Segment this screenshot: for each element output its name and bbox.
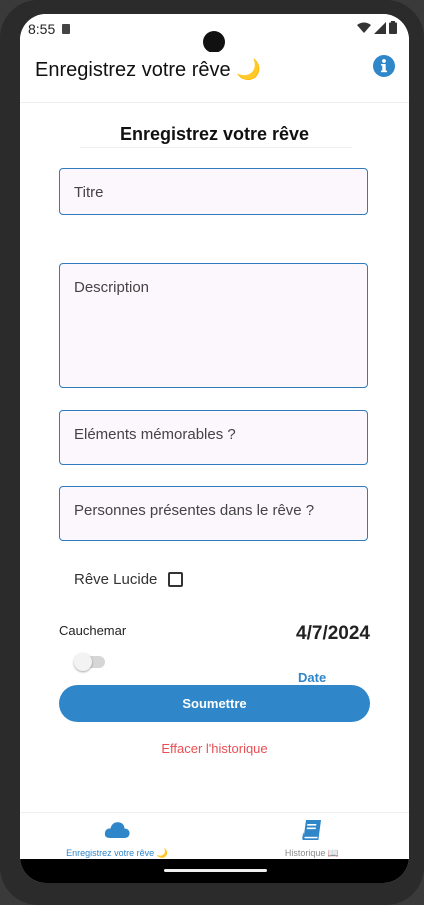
tab-history[interactable]: Historique 📖 xyxy=(215,813,409,860)
lucid-dream-label: Rêve Lucide xyxy=(74,571,158,588)
memorable-elements-input[interactable]: Eléments mémorables ? xyxy=(59,410,368,465)
title-placeholder: Titre xyxy=(74,184,104,201)
tab-record-dream-label: Enregistrez votre rêve 🌙 xyxy=(66,848,168,858)
people-present-placeholder: Personnes présentes dans le rêve ? xyxy=(74,502,315,519)
title-input[interactable]: Titre xyxy=(59,168,368,215)
home-indicator[interactable] xyxy=(164,869,267,872)
form-divider xyxy=(80,147,352,148)
description-input[interactable]: Description xyxy=(59,263,368,388)
bottom-tab-bar: Enregistrez votre rêve 🌙 Historique 📖 xyxy=(20,812,409,860)
cloud-icon xyxy=(104,822,130,838)
system-nav-bar xyxy=(20,859,409,883)
front-camera xyxy=(203,31,225,53)
clear-history-button[interactable]: Effacer l'historique xyxy=(20,741,409,756)
tab-history-label: Historique 📖 xyxy=(284,848,340,858)
lucid-dream-row: Rêve Lucide xyxy=(74,571,184,588)
status-time: 8:55 xyxy=(28,21,56,37)
tab-record-dream[interactable]: Enregistrez votre rêve 🌙 xyxy=(20,813,214,860)
submit-button[interactable]: Soumettre xyxy=(59,685,370,722)
submit-label: Soumettre xyxy=(182,696,247,711)
sd-card-icon xyxy=(62,24,70,34)
form-title: Enregistrez votre rêve xyxy=(119,124,310,144)
dream-form: Enregistrez votre rêve Titre Description… xyxy=(20,103,409,813)
date-button[interactable]: Date xyxy=(298,670,326,685)
info-button[interactable] xyxy=(373,55,395,77)
memorable-elements-placeholder: Eléments mémorables ? xyxy=(74,426,236,443)
description-placeholder: Description xyxy=(74,279,150,296)
status-icons xyxy=(357,21,397,34)
app-header: Enregistrez votre rêve 🌙 xyxy=(20,52,409,103)
info-icon xyxy=(373,55,395,77)
people-present-input[interactable]: Personnes présentes dans le rêve ? xyxy=(59,486,368,541)
page-title: Enregistrez votre rêve 🌙 xyxy=(35,59,262,81)
toggle-knob xyxy=(74,653,92,671)
wifi-icon xyxy=(357,22,371,33)
nightmare-toggle[interactable] xyxy=(74,653,106,671)
lucid-dream-checkbox[interactable] xyxy=(168,572,184,587)
signal-icon xyxy=(374,21,386,34)
selected-date: 4/7/2024 xyxy=(296,623,370,644)
battery-icon xyxy=(389,21,397,34)
nightmare-label: Cauchemar xyxy=(59,623,127,638)
screen: 8:55 Enregistrez votre rêve 🌙 Enregistre… xyxy=(20,14,409,883)
book-icon xyxy=(302,820,321,840)
